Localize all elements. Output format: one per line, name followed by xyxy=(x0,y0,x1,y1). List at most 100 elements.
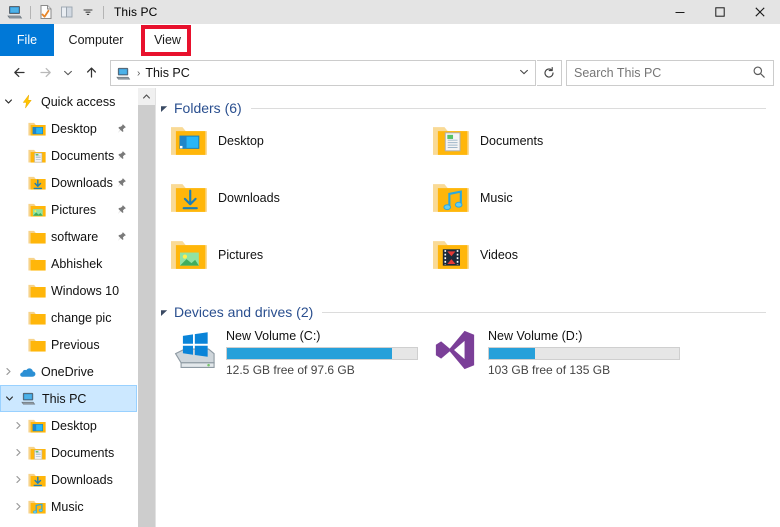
breadcrumb-this-pc-icon[interactable] xyxy=(116,66,131,81)
folder-tile[interactable]: Music xyxy=(428,176,513,220)
drive-tile[interactable]: New Volume (C:)12.5 GB free of 97.6 GB xyxy=(166,327,418,377)
chevron-collapsed-icon[interactable] xyxy=(10,421,27,430)
sidebar-item-label: Pictures xyxy=(51,203,96,217)
folder-tile[interactable]: Videos xyxy=(428,233,518,277)
sidebar-item-music[interactable]: Music xyxy=(0,493,138,520)
pin-icon[interactable] xyxy=(116,123,127,137)
close-button[interactable] xyxy=(740,0,780,24)
breadcrumb-current-path[interactable]: This PC xyxy=(145,66,189,80)
collapse-triangle-icon[interactable] xyxy=(156,104,172,113)
search-input[interactable]: Search This PC xyxy=(566,60,774,86)
sidebar-item-pictures[interactable]: Pictures xyxy=(0,520,138,527)
forward-button[interactable] xyxy=(32,60,58,86)
pin-icon[interactable] xyxy=(116,204,127,218)
sidebar-item-desktop[interactable]: Desktop xyxy=(0,115,138,142)
sidebar-item-label: Quick access xyxy=(41,95,115,109)
sidebar-item-previous[interactable]: Previous xyxy=(0,331,138,358)
desktop-folder-icon xyxy=(166,119,212,163)
search-placeholder: Search This PC xyxy=(574,66,661,80)
visual-studio-drive-icon xyxy=(428,327,482,373)
this-pc-icon[interactable] xyxy=(6,3,24,21)
sidebar-item-label: Downloads xyxy=(51,473,113,487)
this-pc-icon xyxy=(18,391,38,406)
scrollbar-thumb[interactable] xyxy=(138,105,155,527)
pin-icon[interactable] xyxy=(116,177,127,191)
window-controls xyxy=(660,0,780,24)
sidebar-item-documents[interactable]: Documents xyxy=(0,142,138,169)
folder-tile[interactable]: Downloads xyxy=(166,176,280,220)
minimize-button[interactable] xyxy=(660,0,700,24)
folder-tile[interactable]: Desktop xyxy=(166,119,264,163)
chevron-collapsed-icon[interactable] xyxy=(10,448,27,457)
tab-computer[interactable]: Computer xyxy=(54,24,138,56)
chevron-expanded-icon[interactable] xyxy=(0,97,17,106)
scroll-up-button[interactable] xyxy=(138,88,155,105)
sidebar-item-downloads[interactable]: Downloads xyxy=(0,169,138,196)
tab-file[interactable]: File xyxy=(0,24,54,56)
navigation-scrollbar[interactable] xyxy=(138,88,156,527)
drive-tile[interactable]: New Volume (D:)103 GB free of 135 GB xyxy=(428,327,680,377)
music-folder-icon xyxy=(428,176,474,220)
folder-tile-label: Documents xyxy=(480,134,543,148)
new-folder-icon[interactable] xyxy=(58,3,76,21)
sidebar-item-windows-10[interactable]: Windows 10 xyxy=(0,277,138,304)
maximize-button[interactable] xyxy=(700,0,740,24)
chevron-collapsed-icon[interactable] xyxy=(10,475,27,484)
navigation-pane: Quick access Desktop Documents Downloads Pic… xyxy=(0,88,138,527)
documents-folder-icon xyxy=(27,444,47,462)
pin-icon[interactable] xyxy=(116,150,127,164)
folder-icon xyxy=(27,282,47,300)
sidebar-item-this-pc[interactable]: This PC xyxy=(0,385,137,412)
folder-tile[interactable]: Pictures xyxy=(166,233,263,277)
toolbar-divider-2 xyxy=(103,6,104,19)
windows-drive-icon xyxy=(166,327,220,373)
group-header-folders[interactable]: Folders (6) xyxy=(156,97,780,119)
drive-name: New Volume (C:) xyxy=(226,329,418,343)
address-dropdown-icon[interactable] xyxy=(513,61,535,83)
sidebar-item-documents[interactable]: Documents xyxy=(0,439,138,466)
folder-tile-label: Downloads xyxy=(218,191,280,205)
sidebar-item-change-pic[interactable]: change pic xyxy=(0,304,138,331)
sidebar-item-onedrive[interactable]: OneDrive xyxy=(0,358,138,385)
onedrive-cloud-icon xyxy=(17,365,37,379)
downloads-folder-icon xyxy=(27,174,47,192)
sidebar-item-quick-access[interactable]: Quick access xyxy=(0,88,138,115)
address-path-box[interactable]: › This PC xyxy=(110,60,536,86)
collapse-triangle-icon-2[interactable] xyxy=(156,308,172,317)
chevron-expanded-icon[interactable] xyxy=(1,394,18,403)
recent-locations-button[interactable] xyxy=(58,60,78,86)
drive-usage-bar xyxy=(488,347,680,360)
folder-tile-label: Pictures xyxy=(218,248,263,262)
desktop-folder-icon xyxy=(27,417,47,435)
back-button[interactable] xyxy=(6,60,32,86)
chevron-collapsed-icon[interactable] xyxy=(0,367,17,376)
up-button[interactable] xyxy=(78,60,104,86)
toolbar-divider xyxy=(30,6,31,19)
sidebar-item-pictures[interactable]: Pictures xyxy=(0,196,138,223)
sidebar-item-desktop[interactable]: Desktop xyxy=(0,412,138,439)
sidebar-item-label: Documents xyxy=(51,149,114,163)
chevron-collapsed-icon[interactable] xyxy=(10,502,27,511)
customize-chevron-icon[interactable] xyxy=(79,3,97,21)
desktop-folder-icon xyxy=(27,120,47,138)
file-explorer-window: This PC File Computer View ? xyxy=(0,0,780,527)
search-icon[interactable] xyxy=(752,65,766,82)
folder-tile-label: Videos xyxy=(480,248,518,262)
properties-icon[interactable] xyxy=(37,3,55,21)
sidebar-item-software[interactable]: software xyxy=(0,223,138,250)
refresh-button[interactable] xyxy=(537,60,562,86)
pin-icon[interactable] xyxy=(116,231,127,245)
sidebar-item-label: OneDrive xyxy=(41,365,94,379)
drive-free-space: 103 GB free of 135 GB xyxy=(488,363,680,377)
sidebar-item-abhishek[interactable]: Abhishek xyxy=(0,250,138,277)
drive-usage-fill xyxy=(489,348,535,359)
sidebar-item-label: Documents xyxy=(51,446,114,460)
documents-folder-icon xyxy=(428,119,474,163)
sidebar-item-label: Windows 10 xyxy=(51,284,119,298)
group-title-folders: Folders (6) xyxy=(174,100,242,116)
folder-tile[interactable]: Documents xyxy=(428,119,543,163)
breadcrumb-separator[interactable]: › xyxy=(137,68,140,79)
group-header-drives[interactable]: Devices and drives (2) xyxy=(156,301,780,323)
sidebar-item-label: Downloads xyxy=(51,176,113,190)
sidebar-item-downloads[interactable]: Downloads xyxy=(0,466,138,493)
